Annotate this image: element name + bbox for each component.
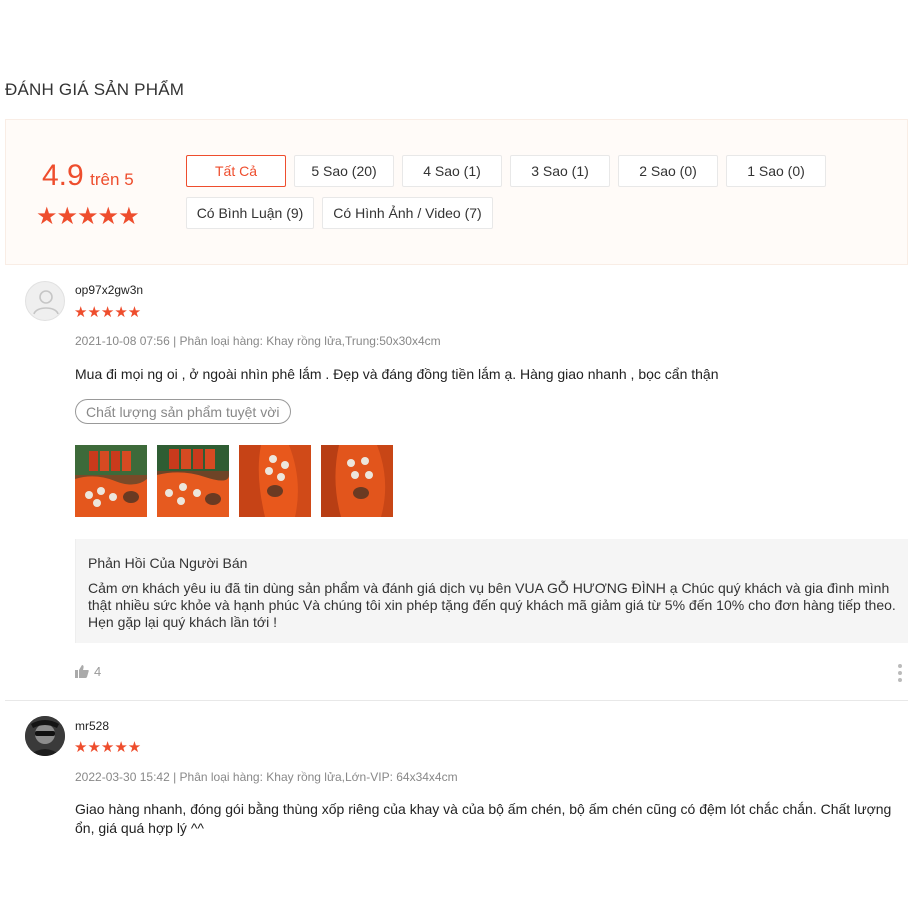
review-text: Mua đi mọi ng oi , ở ngoài nhìn phê lắm … xyxy=(75,366,719,382)
seller-reply-title: Phản Hồi Của Người Bán xyxy=(88,555,248,571)
review-item: mr528 ★★★★★ 2022-03-30 15:42 | Phân loại… xyxy=(5,700,908,850)
review-stars: ★★★★★ xyxy=(74,739,142,756)
average-score: 4.9 trên 5 xyxy=(42,159,134,193)
seller-reply: Phản Hồi Của Người Bán Cảm ơn khách yêu … xyxy=(75,539,908,643)
more-options-icon[interactable] xyxy=(898,664,902,682)
review-meta: 2022-03-30 15:42 | Phân loại hàng: Khay … xyxy=(75,770,458,784)
like-count: 4 xyxy=(94,664,102,679)
average-rating-stars: ★★★★★ xyxy=(36,203,140,230)
review-photo-thumbnail[interactable] xyxy=(75,445,147,517)
filter-2-star-button[interactable]: 2 Sao (0) xyxy=(618,155,718,187)
filter-with-comment-button[interactable]: Có Bình Luận (9) xyxy=(186,197,314,229)
filter-with-media-button[interactable]: Có Hình Ảnh / Video (7) xyxy=(322,197,493,229)
rating-overview: 4.9 trên 5 ★★★★★ Tất Cả 5 Sao (20) 4 Sao… xyxy=(5,119,908,265)
filter-4-star-button[interactable]: 4 Sao (1) xyxy=(402,155,502,187)
review-username[interactable]: op97x2gw3n xyxy=(75,283,143,297)
review-username[interactable]: mr528 xyxy=(75,719,109,733)
review-tag: Chất lượng sản phẩm tuyệt vời xyxy=(75,399,291,424)
review-text: Giao hàng nhanh, đóng gói bằng thùng xốp… xyxy=(75,801,892,836)
filter-1-star-button[interactable]: 1 Sao (0) xyxy=(726,155,826,187)
thumbs-up-icon xyxy=(75,665,89,678)
filter-all-button[interactable]: Tất Cả xyxy=(186,155,286,187)
review-stars: ★★★★★ xyxy=(74,304,142,321)
review-photo-thumbnail[interactable] xyxy=(321,445,393,517)
avatar[interactable] xyxy=(25,716,65,756)
review-item: op97x2gw3n ★★★★★ 2021-10-08 07:56 | Phân… xyxy=(5,265,908,700)
review-photo-thumbnail[interactable] xyxy=(157,445,229,517)
like-button[interactable]: 4 xyxy=(75,664,101,679)
review-meta: 2021-10-08 07:56 | Phân loại hàng: Khay … xyxy=(75,334,441,348)
filter-5-star-button[interactable]: 5 Sao (20) xyxy=(294,155,394,187)
filter-3-star-button[interactable]: 3 Sao (1) xyxy=(510,155,610,187)
page-title: ĐÁNH GIÁ SẢN PHẨM xyxy=(5,80,185,99)
score-suffix: trên 5 xyxy=(90,170,134,189)
score-value: 4.9 xyxy=(42,159,84,192)
avatar[interactable] xyxy=(25,281,65,321)
user-placeholder-icon xyxy=(33,290,59,315)
user-photo-icon xyxy=(25,716,65,756)
seller-reply-text: Cảm ơn khách yêu iu đã tin dùng sản phẩm… xyxy=(88,580,896,630)
review-photo-thumbnail[interactable] xyxy=(239,445,311,517)
